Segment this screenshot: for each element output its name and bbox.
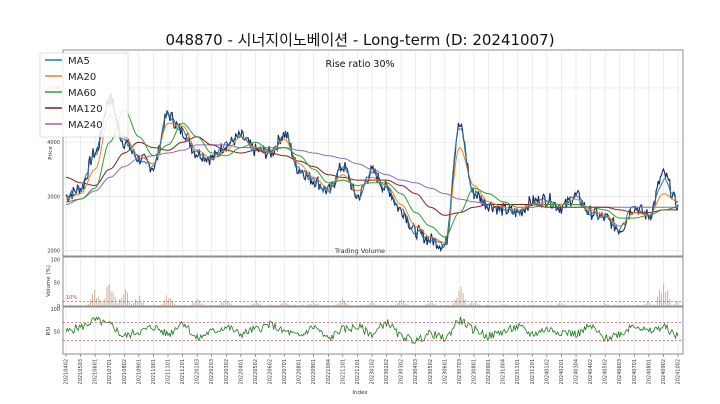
x-tick-label: 20230302 [399, 359, 405, 384]
x-tick-label: 20230901 [486, 359, 492, 384]
rsi-panel: 50 100 RSI [46, 306, 684, 355]
x-tick-label: 20240304 [574, 359, 580, 384]
x-tick-label: 20240902 [661, 359, 667, 384]
x-tick-label: 20220302 [224, 359, 230, 384]
x-tick-label: 20220701 [282, 359, 288, 384]
x-tick-label: 20221004 [326, 359, 332, 384]
price-tick-label: 2000 [47, 249, 60, 255]
x-axis-ticks: 20210402 20210503 20210601 20210701 20210802… [64, 354, 682, 384]
legend-label-ma240: MA240 [68, 120, 103, 131]
price-grid [63, 50, 683, 256]
rsi-axis-label: RSI [46, 326, 52, 335]
x-tick-label: 20230102 [370, 359, 376, 384]
chart-canvas: 048870 - 시너지이노베이션 - Long-term (D: 202410… [39, 31, 684, 396]
rsi-tick-label: 100 [50, 307, 60, 313]
x-tick-label: 20220103 [195, 359, 201, 384]
x-tick-label: 20240502 [603, 359, 609, 384]
x-tick-label: 20220602 [268, 359, 274, 384]
volume-title: Trading Volume [334, 247, 385, 255]
x-tick-label: 20210503 [78, 359, 84, 384]
volume-axis-label: Volume (%) [46, 265, 52, 297]
volume-tick-label: 50 [54, 281, 60, 287]
x-tick-label: 20220502 [253, 359, 259, 384]
x-tick-label: 20231201 [530, 359, 536, 384]
x-tick-label: 20211001 [151, 359, 157, 384]
x-tick-label: 20240603 [617, 359, 623, 384]
x-tick-label: 20230801 [472, 359, 478, 384]
stock-chart-figure: 048870 - 시너지이노베이션 - Long-term (D: 202410… [0, 0, 720, 404]
legend-label-ma60: MA60 [68, 88, 96, 99]
x-tick-label: 20220203 [209, 359, 215, 384]
chart-title: 048870 - 시너지이노베이션 - Long-term (D: 202410… [165, 31, 554, 49]
x-tick-label: 20240701 [632, 359, 638, 384]
x-tick-label: 20211101 [166, 359, 172, 384]
x-tick-label: 20221201 [355, 359, 361, 384]
x-tick-label: 20210901 [136, 359, 142, 384]
x-tick-label: 20220901 [311, 359, 317, 384]
volume-bars [63, 283, 683, 306]
x-tick-label: 20221101 [340, 359, 346, 384]
rise-ratio-annotation: Rise ratio 30% [325, 59, 394, 70]
rsi-tick-label: 50 [54, 330, 60, 336]
x-tick-label: 20220401 [238, 359, 244, 384]
x-tick-label: 20230502 [428, 359, 434, 384]
x-tick-label: 20231004 [501, 359, 507, 384]
volume-grid [65, 257, 679, 306]
legend-label-ma20: MA20 [68, 72, 96, 83]
x-tick-label: 20240801 [646, 359, 652, 384]
x-tick-label: 20210601 [93, 359, 99, 384]
x-tick-label: 20240402 [588, 359, 594, 384]
x-tick-label: 20230403 [413, 359, 419, 384]
volume-panel: Trading Volume 050100 10% Volume (%) [46, 247, 684, 310]
price-tick-label: 4000 [47, 140, 60, 146]
x-tick-label: 20210802 [122, 359, 128, 384]
x-tick-label: 20211201 [180, 359, 186, 384]
price-axis-label: Price [48, 146, 54, 160]
rsi-grid [65, 307, 679, 354]
volume-panel-frame [62, 256, 684, 307]
x-tick-label: 20231101 [515, 359, 521, 384]
x-tick-label: 20230601 [442, 359, 448, 384]
volume-tick-label: 100 [50, 257, 60, 263]
chart-legend: MA5 MA20 MA60 MA120 MA240 [39, 52, 129, 138]
x-axis-label: Index [352, 390, 368, 396]
x-tick-label: 20241002 [676, 359, 682, 384]
price-panel-frame [62, 49, 684, 257]
x-tick-label: 20240102 [544, 359, 550, 384]
x-tick-label: 20230202 [384, 359, 390, 384]
price-panel: 2000300040005000 Rise ratio 30% Price MA… [39, 49, 684, 257]
volume-threshold-label: 10% [66, 295, 77, 301]
legend-label-ma120: MA120 [68, 104, 103, 115]
x-tick-label: 20210701 [107, 359, 113, 384]
x-tick-label: 20220801 [297, 359, 303, 384]
x-tick-label: 20210402 [64, 359, 70, 384]
x-tick-label: 20230703 [457, 359, 463, 384]
rsi-line [63, 316, 683, 345]
x-tick-label: 20240201 [559, 359, 565, 384]
price-tick-label: 3000 [47, 194, 60, 200]
rsi-panel-frame [62, 306, 684, 355]
legend-label-ma5: MA5 [68, 56, 90, 67]
